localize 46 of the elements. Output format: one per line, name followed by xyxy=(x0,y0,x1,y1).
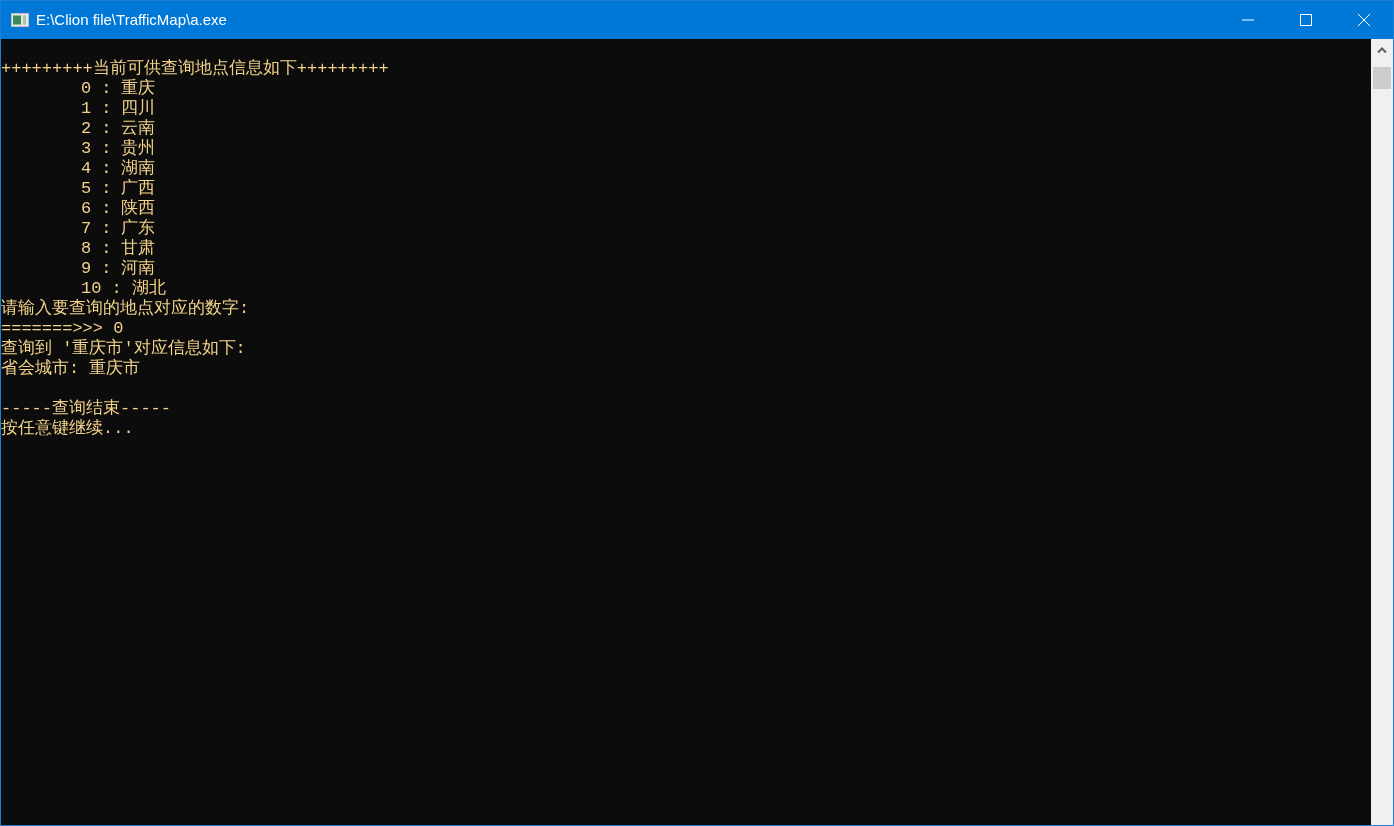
maximize-icon xyxy=(1300,14,1312,26)
separator: : xyxy=(101,139,112,159)
place-name: 云南 xyxy=(121,119,156,139)
close-icon xyxy=(1358,14,1370,26)
place-name: 河南 xyxy=(121,259,156,279)
place-number: 7 xyxy=(81,219,92,239)
place-name: 甘肃 xyxy=(121,239,156,259)
place-number: 9 xyxy=(81,259,92,279)
place-number: 5 xyxy=(81,179,92,199)
place-number: 1 xyxy=(81,99,92,119)
place-name: 陕西 xyxy=(121,199,156,219)
console-line: -----查询结束----- xyxy=(1,399,173,419)
separator: : xyxy=(101,159,112,179)
separator: : xyxy=(101,219,112,239)
console-line: +++++++++当前可供查询地点信息如下+++++++++ xyxy=(1,59,390,79)
place-name: 广东 xyxy=(121,219,156,239)
separator: : xyxy=(101,99,112,119)
place-number: 2 xyxy=(81,119,92,139)
console-line: 按任意键继续... xyxy=(1,419,135,439)
window-title: E:\Clion file\TrafficMap\a.exe xyxy=(36,9,227,30)
place-name: 四川 xyxy=(121,99,156,119)
console-line: 省会城市: 重庆市 xyxy=(1,359,142,379)
separator: : xyxy=(111,279,122,299)
place-name: 贵州 xyxy=(121,139,156,159)
separator: : xyxy=(101,239,112,259)
scrollbar[interactable] xyxy=(1371,39,1393,825)
separator: : xyxy=(101,119,112,139)
separator: : xyxy=(101,199,112,219)
separator: : xyxy=(101,79,112,99)
console-line: 请输入要查询的地点对应的数字: xyxy=(1,299,251,319)
place-name: 重庆 xyxy=(121,79,156,99)
place-name: 湖北 xyxy=(131,279,166,299)
console-window-icon xyxy=(11,13,29,27)
separator: : xyxy=(101,259,112,279)
place-number: 8 xyxy=(81,239,92,259)
place-number: 4 xyxy=(81,159,92,179)
place-name: 湖南 xyxy=(121,159,156,179)
console-line: 查询到 '重庆市'对应信息如下: xyxy=(1,339,247,358)
place-number: 0 xyxy=(81,79,92,99)
place-number: 3 xyxy=(81,139,92,159)
place-number: 6 xyxy=(81,199,92,219)
scroll-thumb[interactable] xyxy=(1373,67,1391,89)
console-line: =======>>> 0 xyxy=(1,319,125,338)
place-name: 广西 xyxy=(121,179,156,199)
separator: : xyxy=(101,179,112,199)
place-number: 10 xyxy=(81,279,102,299)
